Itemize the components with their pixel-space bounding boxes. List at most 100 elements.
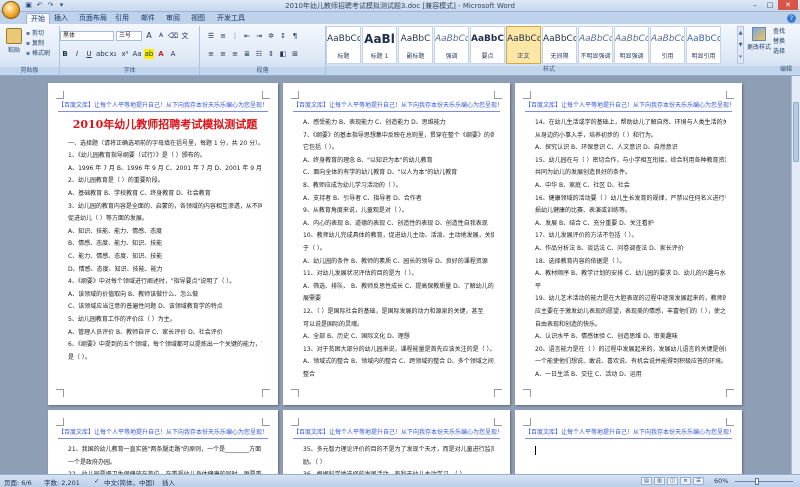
style-intense-emphasis[interactable]: AaBbCcDd明显强调 (614, 26, 649, 64)
zoom-level[interactable]: 60% (714, 477, 728, 485)
page-3[interactable]: 【百度文库】让每个人平等地提升自己！从下向我存本份天乐乐编心为您呈现！ 14、在… (515, 83, 742, 405)
style-title[interactable]: AaBbCcDd标题 (326, 26, 361, 64)
page-2[interactable]: 【百度文库】让每个人平等地提升自己！从下向我存本份天乐乐编心为您呈现！ A、感受… (283, 83, 510, 405)
text-line: 4、《纲要》中对每个领域进行阐述时，"指导要点"说明了（ ）。 (68, 278, 236, 286)
show-marks-icon[interactable]: ¶ (290, 31, 300, 41)
text-line: 应主要在于激发幼儿表现的愿望，表现美的情感，丰富他们的（ ），使之体验 (535, 307, 726, 315)
chinese-layout-icon[interactable]: ✲ (266, 31, 276, 41)
text-line: A、教材顺序 B、教学计划的安排 C、幼儿园的要求 D、幼儿的兴趣与水 (535, 270, 726, 278)
multilevel-list-icon[interactable]: ⋮ (230, 31, 240, 41)
char-border-icon[interactable]: A (168, 49, 178, 59)
line-spacing-icon[interactable]: ⇕ (266, 49, 276, 59)
text-line: 于（ ）。 (303, 244, 326, 252)
tab-mailings[interactable]: 邮件 (137, 13, 159, 24)
align-left-icon[interactable]: ≡ (206, 49, 216, 59)
distributed-icon[interactable]: ☷ (254, 49, 264, 59)
align-right-icon[interactable]: ≡ (230, 49, 240, 59)
style-subtle-emphasis[interactable]: AaBbCcDd不明显强调 (578, 26, 613, 64)
replace-button[interactable]: 替换 (773, 37, 785, 47)
tab-developer[interactable]: 开发工具 (213, 13, 249, 24)
scrollbar-thumb[interactable] (793, 102, 799, 162)
select-button[interactable]: 选择 (773, 47, 785, 57)
shading-icon[interactable]: ◧ (278, 49, 288, 59)
decrease-indent-icon[interactable]: ⇤ (242, 31, 252, 41)
zoom-slider-knob[interactable] (755, 478, 759, 485)
ribbon-tabs: 开始 插入 页面布局 引用 邮件 审阅 视图 开发工具 ? (0, 12, 800, 24)
page-count[interactable]: 页面: 6/6 (4, 477, 32, 487)
phonetic-icon[interactable]: 文 (180, 31, 190, 41)
editing-group: 查找 替换 选择 (773, 27, 785, 57)
grow-font-button[interactable]: A (144, 31, 154, 41)
close-icon[interactable]: ✕ (778, 0, 798, 10)
maximize-icon[interactable]: □ (763, 0, 777, 10)
font-size-select[interactable]: 三号 (116, 31, 142, 41)
style-no-spacing[interactable]: AaBbCcDd无间隔 (542, 26, 577, 64)
help-icon[interactable]: ? (787, 14, 796, 23)
word-count[interactable]: 字数: 2,201 (44, 477, 80, 487)
sort-icon[interactable]: ↕ (278, 31, 288, 41)
text-line: A、筛选、排队、 B、教师反思性成长 C、提高保教质量 D、了解幼儿的发 (303, 282, 494, 290)
print-layout-icon[interactable]: ▤ (641, 477, 652, 485)
bullets-icon[interactable]: ☰ (206, 31, 216, 41)
tab-page-layout[interactable]: 页面布局 (75, 13, 111, 24)
font-color-icon[interactable]: A (156, 49, 166, 59)
font-name-select[interactable]: 黑体 (60, 31, 114, 41)
full-screen-reading-icon[interactable]: ▥ (654, 477, 665, 485)
font-group: 黑体 三号 A A ⌫ 文 B I U abc x₂ x² Aa ab A A … (60, 26, 200, 75)
page-6[interactable]: 【百度文库】让每个人平等地提升自己！从下向我存本份天乐乐编心为您呈现！ (515, 410, 742, 474)
highlight-icon[interactable]: ab (144, 49, 154, 59)
language[interactable]: 中文(简体，中国) (104, 477, 155, 487)
zoom-slider[interactable] (735, 478, 793, 485)
italic-button[interactable]: I (72, 49, 82, 59)
style-intense-quote[interactable]: AaBbCcDd明显引用 (686, 26, 721, 64)
outline-icon[interactable]: ≡ (680, 477, 691, 485)
minimize-icon[interactable]: – (748, 0, 762, 10)
strikethrough-icon[interactable]: abc (96, 49, 109, 59)
tab-home[interactable]: 开始 (26, 13, 50, 24)
clear-format-icon[interactable]: ⌫ (168, 31, 178, 41)
tab-references[interactable]: 引用 (111, 13, 133, 24)
align-center-icon[interactable]: ≡ (218, 49, 228, 59)
page-4[interactable]: 【百度文库】让每个人平等地提升自己！从下向我存本份天乐乐编心为您呈现！ 21、我… (48, 410, 278, 474)
change-case-icon[interactable]: Aa (132, 49, 142, 59)
vertical-scrollbar[interactable] (791, 76, 800, 474)
page-5[interactable]: 【百度文库】让每个人平等地提升自己！从下向我存本份天乐乐编心为您呈现！ 35、多… (283, 410, 510, 474)
style-normal[interactable]: AaBbCcDd正文 (506, 26, 541, 64)
draft-icon[interactable]: ☰ (693, 477, 704, 485)
tab-insert[interactable]: 插入 (50, 13, 72, 24)
office-button[interactable] (2, 1, 20, 19)
format-painter-button[interactable]: 格式刷 (26, 49, 50, 59)
tab-review[interactable]: 审阅 (162, 13, 184, 24)
numbering-icon[interactable]: ≡ (218, 31, 228, 41)
cut-button[interactable]: 剪切 (26, 29, 50, 39)
spell-check-icon[interactable]: ✓ (94, 477, 99, 485)
increase-indent-icon[interactable]: ⇥ (254, 31, 264, 41)
style-emphasis[interactable]: AaBbCcDd强调 (434, 26, 469, 64)
style-subtitle[interactable]: AaBbC 副标题 (398, 26, 433, 64)
shrink-font-button[interactable]: A (156, 31, 166, 41)
bold-button[interactable]: B (60, 49, 70, 59)
web-layout-icon[interactable]: ◫ (667, 477, 678, 485)
superscript-icon[interactable]: x² (120, 49, 130, 59)
find-button[interactable]: 查找 (773, 27, 785, 37)
tab-view[interactable]: 视图 (187, 13, 209, 24)
justify-icon[interactable]: ≣ (242, 49, 252, 59)
borders-icon[interactable]: ⊞ (290, 49, 300, 59)
change-styles-button[interactable]: 更改样式 (746, 27, 772, 51)
text-line: 21、我国的幼儿教育一直实施"两条腿走路"的原则，一个是________方面， (68, 446, 262, 453)
copy-button[interactable]: 复制 (26, 39, 50, 49)
document-area[interactable]: 【百度文库】让每个人平等地提升自己！从下向我存本份天乐乐编心为您呈现！ 2010… (0, 76, 791, 474)
subscript-icon[interactable]: x₂ (108, 49, 118, 59)
style-strong[interactable]: AaBbC 要点 (470, 26, 505, 64)
paste-button[interactable]: 粘贴 (4, 28, 24, 54)
text-line: 12、（ ）是国际社会的基础，是国际发展的动力和源泉的关键，甚至 (303, 307, 484, 315)
style-heading-1[interactable]: AaBl 标题 1 (362, 26, 397, 64)
text-line: 7、《纲要》的基本指导思想集中反映在总则里，贯穿在整个《纲要》的各部分， (303, 131, 494, 139)
insert-mode[interactable]: 插入 (162, 477, 175, 487)
styles-scroll[interactable]: ▲ ▼ ▾ (737, 26, 744, 64)
page-1[interactable]: 【百度文库】让每个人平等地提升自己！从下向我存本份天乐乐编心为您呈现！ 2010… (48, 83, 278, 405)
text-line: 1、《幼儿园教育指导纲要（试行）》是（ ）颁布的。 (68, 152, 206, 160)
text-line: A、全部 B、历史 C、国际文化 D、理想 (303, 333, 410, 341)
underline-button[interactable]: U (84, 49, 94, 59)
style-quote[interactable]: AaBbCcDd引用 (650, 26, 685, 64)
